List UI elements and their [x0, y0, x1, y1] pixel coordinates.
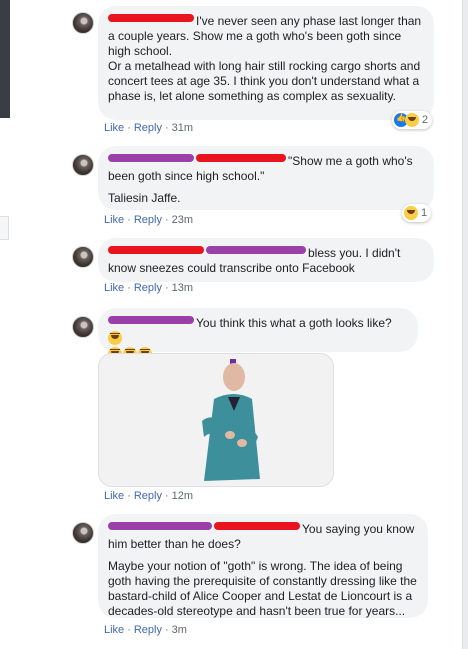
reaction-count: 1: [421, 207, 428, 219]
avatar[interactable]: [72, 12, 94, 34]
person-in-suit-image: [202, 359, 260, 481]
redacted-name: [108, 154, 194, 162]
comment-text-second: Or a metalhead with long hair still rock…: [108, 59, 421, 103]
avatar[interactable]: [72, 154, 94, 176]
timestamp[interactable]: 23m: [172, 214, 193, 226]
scrollbar[interactable]: [462, 0, 468, 649]
left-panel-edge: [0, 0, 10, 118]
comment-actions: Like · Reply · 13m: [104, 282, 194, 294]
redacted-name: [206, 246, 306, 254]
haha-reaction-icon: [404, 206, 418, 220]
comment-actions: Like · Reply · 12m: [104, 490, 194, 502]
comment-actions: Like · Reply · 31m: [104, 122, 194, 134]
avatar[interactable]: [72, 316, 94, 338]
like-link[interactable]: Like: [104, 214, 124, 226]
laughing-emoji-icon: [108, 331, 122, 345]
left-panel-tab: [0, 216, 9, 240]
comment-text-second: Taliesin Jaffe.: [108, 191, 181, 205]
like-link[interactable]: Like: [104, 624, 124, 636]
comment-bubble: bless you. I didn't know sneezes could t…: [98, 238, 434, 282]
redacted-name: [108, 316, 194, 324]
redacted-name: [196, 154, 286, 162]
timestamp[interactable]: 3m: [172, 624, 187, 636]
reply-link[interactable]: Reply: [134, 122, 162, 134]
timestamp[interactable]: 31m: [172, 122, 193, 134]
comment-text-block: bless you. I didn't know sneezes could t…: [108, 246, 424, 276]
timestamp[interactable]: 12m: [172, 490, 193, 502]
comment-bubble: I've never seen any phase last longer th…: [98, 6, 434, 120]
comment-text-block: I've never seen any phase last longer th…: [108, 14, 424, 59]
comment-bubble: "Show me a goth who's been goth since hi…: [98, 146, 434, 210]
reactions-badge[interactable]: 2: [392, 111, 433, 129]
comment-text-block: You think this what a goth looks like?: [108, 316, 408, 347]
reaction-count: 2: [422, 114, 429, 126]
redacted-name: [108, 246, 204, 254]
comment-bubble: You think this what a goth looks like?: [98, 308, 418, 361]
reply-link[interactable]: Reply: [134, 490, 162, 502]
timestamp[interactable]: 13m: [172, 282, 193, 294]
haha-reaction-icon: [405, 113, 419, 127]
comment-actions: Like · Reply · 23m: [104, 214, 194, 226]
reply-link[interactable]: Reply: [134, 624, 162, 636]
comment-bubble: You saying you know him better than he d…: [98, 514, 428, 618]
comment-text: You think this what a goth looks like?: [196, 316, 392, 330]
reactions-badge[interactable]: 1: [402, 204, 432, 222]
comment-actions: Like · Reply · 3m: [104, 624, 187, 636]
comment-photo[interactable]: [98, 353, 334, 487]
like-link[interactable]: Like: [104, 282, 124, 294]
comment-text-second: Maybe your notion of "goth" is wrong. Th…: [108, 559, 417, 618]
reply-link[interactable]: Reply: [134, 282, 162, 294]
like-link[interactable]: Like: [104, 122, 124, 134]
redacted-name: [108, 522, 212, 530]
comment-text-block: "Show me a goth who's been goth since hi…: [108, 154, 424, 184]
comment-text-block: You saying you know him better than he d…: [108, 522, 418, 552]
redacted-name: [108, 14, 194, 22]
redacted-name: [214, 522, 300, 530]
like-link[interactable]: Like: [104, 490, 124, 502]
reply-link[interactable]: Reply: [134, 214, 162, 226]
avatar[interactable]: [72, 246, 94, 268]
avatar[interactable]: [72, 522, 94, 544]
